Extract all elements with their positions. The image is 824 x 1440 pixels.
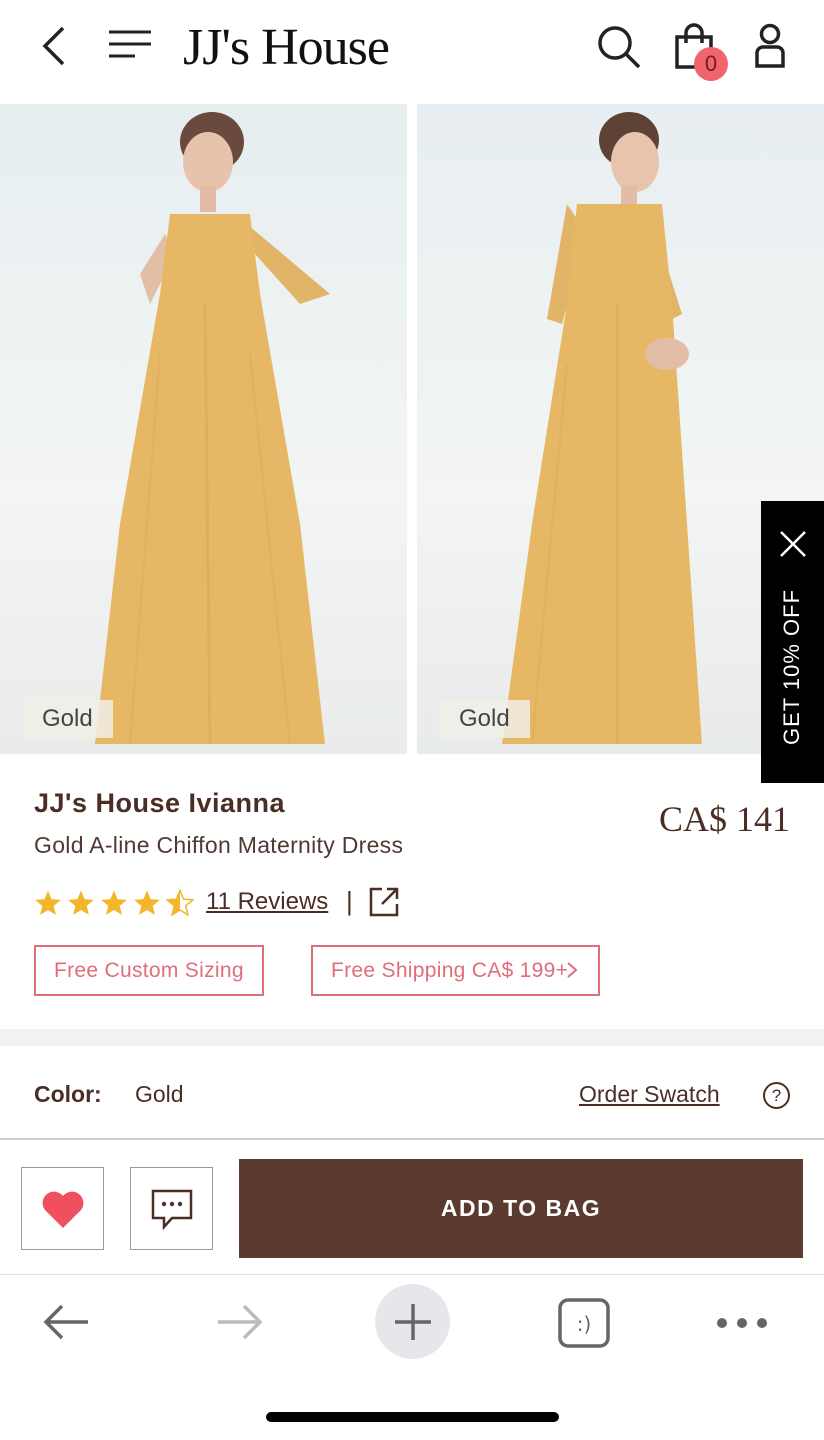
- dress-model-illustration: [95, 112, 330, 745]
- close-icon[interactable]: [778, 529, 808, 559]
- color-tag: Gold: [439, 700, 530, 738]
- brand-logo[interactable]: JJ's House: [183, 14, 390, 82]
- new-tab-icon[interactable]: [375, 1284, 450, 1359]
- star-icon: [165, 889, 194, 917]
- badge-label: Free Shipping CA$ 199+: [331, 959, 569, 982]
- free-custom-sizing-badge[interactable]: Free Custom Sizing: [34, 945, 264, 996]
- chat-button[interactable]: [130, 1167, 213, 1250]
- order-swatch-link[interactable]: Order Swatch: [579, 1081, 720, 1108]
- browser-back-icon[interactable]: [38, 1300, 94, 1344]
- browser-forward-icon[interactable]: [212, 1300, 268, 1344]
- chat-icon: [151, 1189, 192, 1230]
- wishlist-button[interactable]: [21, 1167, 104, 1250]
- user-icon[interactable]: [748, 22, 792, 70]
- color-tag: Gold: [22, 700, 113, 738]
- product-photo-1[interactable]: Gold: [0, 104, 407, 754]
- star-icon: [35, 890, 61, 915]
- tabs-icon[interactable]: :): [556, 1296, 612, 1350]
- help-icon[interactable]: ?: [763, 1082, 790, 1109]
- free-shipping-badge[interactable]: Free Shipping CA$ 199+: [311, 945, 601, 996]
- color-value: Gold: [135, 1081, 184, 1107]
- promo-label[interactable]: GET 10% OFF: [779, 589, 805, 745]
- section-separator: [0, 1029, 824, 1046]
- badge-label: Free Custom Sizing: [54, 959, 244, 982]
- divider-pipe: |: [346, 886, 353, 916]
- share-icon[interactable]: [368, 886, 400, 918]
- discount-promo-tab[interactable]: GET 10% OFF: [761, 501, 824, 783]
- star-icon: [134, 890, 160, 915]
- reviews-link[interactable]: 11 Reviews: [206, 888, 328, 916]
- menu-icon[interactable]: [106, 24, 154, 64]
- search-icon[interactable]: [594, 22, 644, 72]
- divider: [0, 1274, 824, 1275]
- star-rating[interactable]: [34, 886, 194, 922]
- product-brand: JJ's House Ivianna: [34, 788, 286, 818]
- product-gallery[interactable]: Gold Gold: [0, 104, 824, 754]
- heart-icon: [42, 1191, 83, 1228]
- add-to-bag-button[interactable]: ADD TO BAG: [239, 1159, 803, 1258]
- svg-text::): :): [577, 1312, 592, 1336]
- more-options-icon[interactable]: [714, 1306, 770, 1340]
- top-header: JJ's House 0: [0, 0, 824, 104]
- cart-count-badge: 0: [694, 47, 728, 81]
- divider: [0, 1138, 824, 1140]
- chevron-right-icon: [567, 962, 578, 978]
- star-icon: [68, 890, 94, 915]
- star-icon: [101, 890, 127, 915]
- back-icon[interactable]: [32, 22, 76, 70]
- product-price: CA$ 141: [658, 799, 790, 839]
- home-indicator[interactable]: [266, 1412, 559, 1422]
- product-name: Gold A-line Chiffon Maternity Dress: [34, 832, 404, 858]
- color-label: Color:: [34, 1081, 102, 1107]
